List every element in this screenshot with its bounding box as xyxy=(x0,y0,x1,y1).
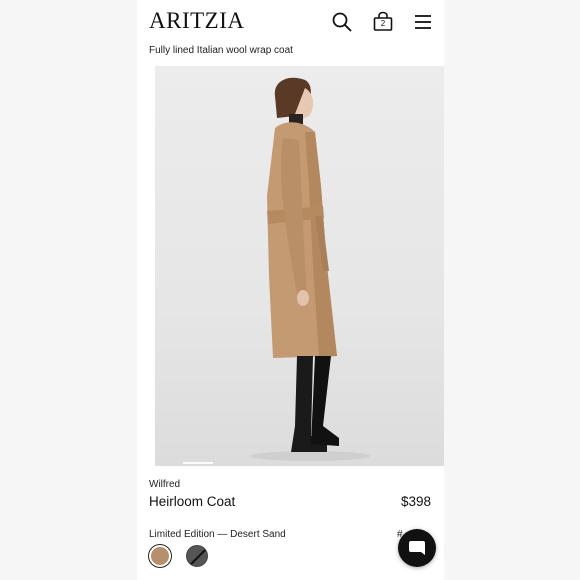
product-title: Heirloom Coat xyxy=(149,494,236,509)
menu-button[interactable] xyxy=(412,11,434,33)
product-page: ARITZIA 2 Fully lined Italian wool wrap … xyxy=(137,0,444,580)
product-image[interactable] xyxy=(155,66,444,466)
brand-name[interactable]: Wilfred xyxy=(149,479,180,490)
selected-color-label: Limited Edition — Desert Sand xyxy=(149,529,286,540)
chat-button[interactable] xyxy=(398,529,436,567)
chat-bubble-icon xyxy=(409,541,425,555)
carousel-indicator[interactable] xyxy=(183,462,213,464)
model-in-coat-illustration xyxy=(250,77,370,461)
search-icon xyxy=(332,12,352,32)
swatch-desert-sand[interactable] xyxy=(149,545,171,567)
search-button[interactable] xyxy=(331,11,353,33)
aritzia-logo[interactable]: ARITZIA xyxy=(149,8,244,34)
shopping-bag-button[interactable]: 2 xyxy=(372,11,394,33)
bag-count-badge: 2 xyxy=(380,19,386,28)
site-header: ARITZIA 2 Fully lined Italian wool wrap … xyxy=(137,0,444,66)
product-tagline: Fully lined Italian wool wrap coat xyxy=(149,45,293,56)
hamburger-menu-icon xyxy=(415,15,431,29)
product-price: $398 xyxy=(400,494,431,509)
swatch-black-unavailable[interactable] xyxy=(186,545,208,567)
